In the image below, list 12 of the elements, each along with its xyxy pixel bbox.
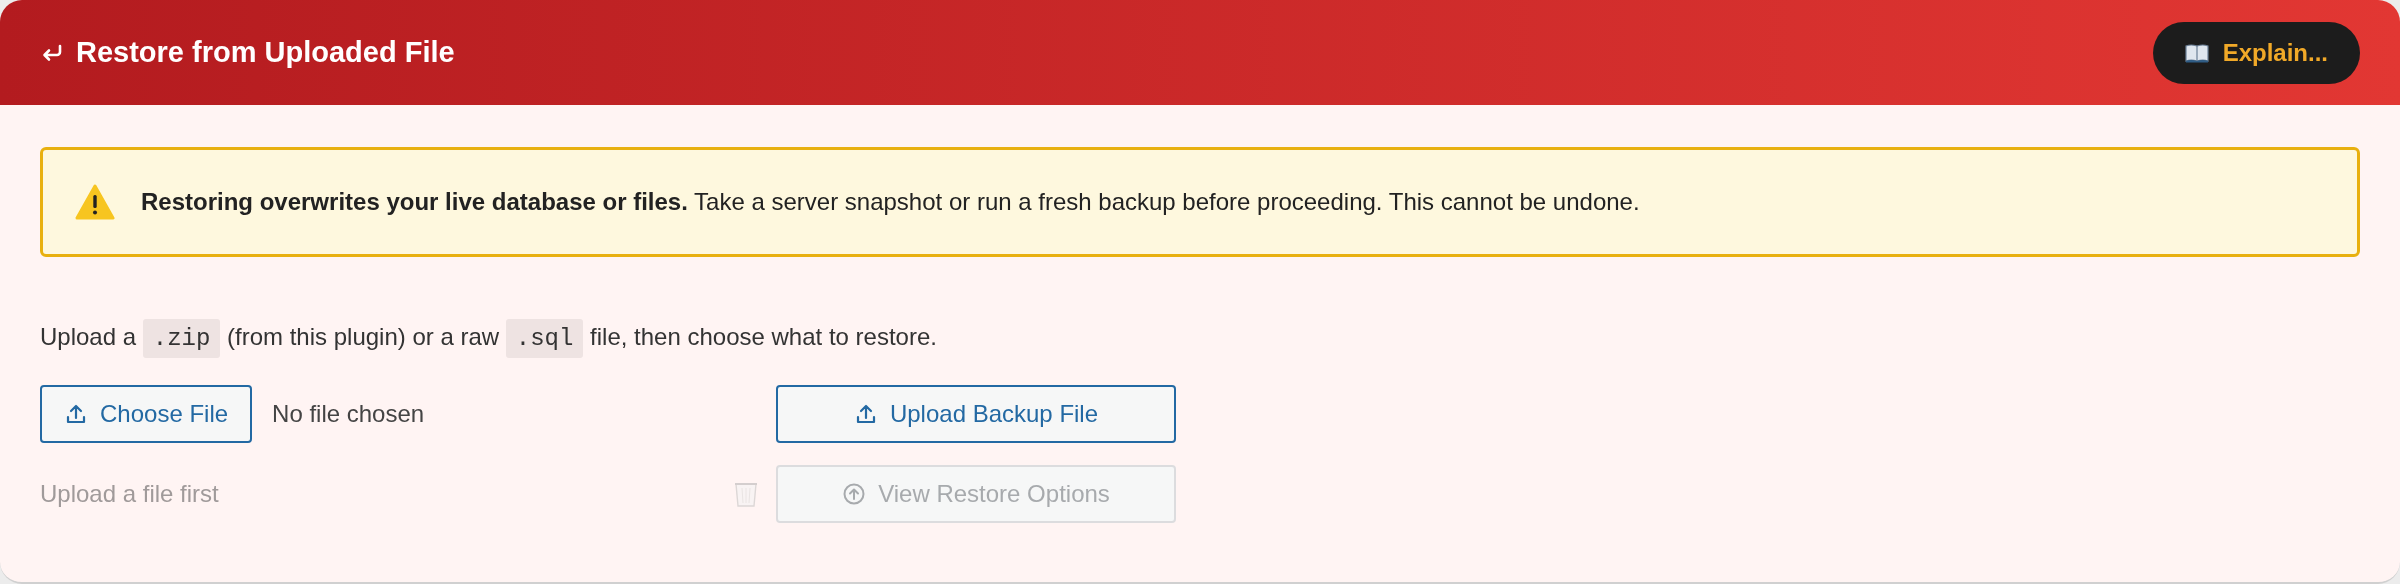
upload-icon (64, 402, 88, 426)
file-status-text: No file chosen (272, 400, 425, 428)
warning-text: Restoring overwrites your live database or files. Take a server snapshot or run a fresh backup before proceeding. This cannot be undone. (141, 188, 1640, 216)
up-circle-icon (842, 482, 867, 506)
warning-icon (75, 184, 115, 220)
book-icon (2184, 42, 2209, 63)
choose-file-button[interactable]: Choose File (40, 385, 253, 443)
panel-title: Restore from Uploaded File (76, 36, 455, 69)
upload-backup-button[interactable]: Upload Backup File (776, 385, 1176, 443)
file-hint-text: Upload a file first (40, 480, 219, 508)
instructions-text: Upload a .zip (from this plugin) or a raw .sql file, then choose what to restore. (40, 317, 2360, 359)
explain-button[interactable]: Explain... (2152, 21, 2360, 84)
